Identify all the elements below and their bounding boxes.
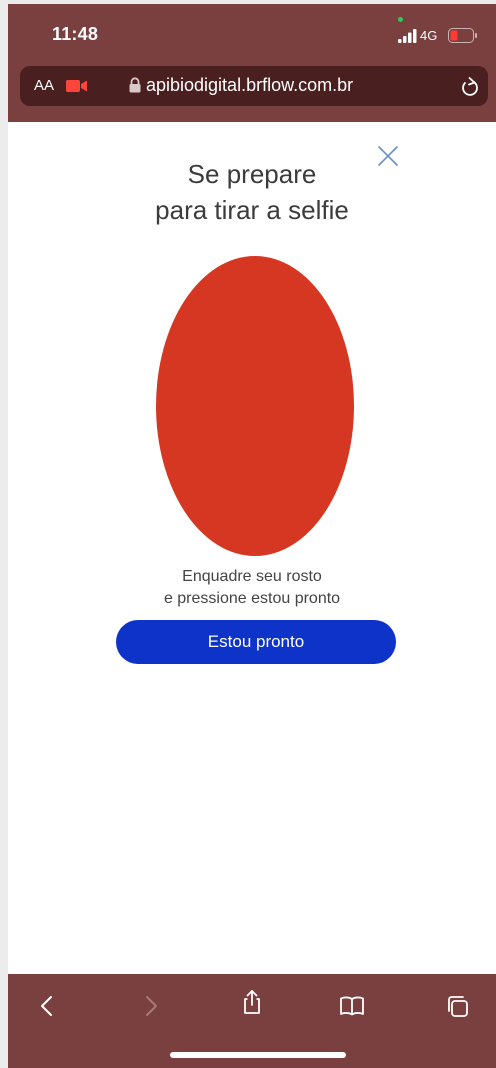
title-line-1: Se prepare	[187, 159, 317, 189]
bookmarks-icon[interactable]	[338, 992, 366, 1020]
mic-indicator-icon	[398, 17, 403, 22]
tabs-icon[interactable]	[444, 992, 472, 1020]
ready-button[interactable]: Estou pronto	[116, 620, 396, 664]
status-time: 11:48	[52, 24, 99, 44]
share-icon[interactable]	[238, 988, 266, 1016]
page-title: Se prepare para tirar a selfie	[8, 156, 496, 228]
signal-icon	[398, 29, 417, 43]
phone-screen: 11:48 4G AA apibiodigital.brflow.com.br	[8, 4, 496, 1068]
title-line-2: para tirar a selfie	[155, 195, 349, 225]
instructions-text: Enquadre seu rosto e pressione estou pro…	[8, 566, 496, 610]
reload-icon[interactable]	[460, 75, 480, 97]
battery-icon	[448, 28, 477, 43]
home-indicator[interactable]	[170, 1052, 346, 1058]
instruction-line-1: Enquadre seu rosto	[182, 568, 322, 585]
browser-bottom-toolbar	[8, 974, 496, 1068]
forward-icon[interactable]	[136, 992, 164, 1020]
face-frame-oval	[156, 256, 354, 556]
camera-recording-icon[interactable]	[66, 78, 88, 94]
url-bar[interactable]: AA apibiodigital.brflow.com.br	[20, 66, 488, 106]
back-icon[interactable]	[34, 992, 62, 1020]
instruction-line-2: e pressione estou pronto	[163, 590, 341, 607]
url-text[interactable]: apibiodigital.brflow.com.br	[146, 75, 353, 96]
reader-settings-button[interactable]: AA	[34, 77, 54, 94]
lock-icon	[129, 77, 141, 93]
browser-top-bar: 11:48 4G AA apibiodigital.brflow.com.br	[8, 4, 496, 122]
network-type: 4G	[420, 28, 438, 43]
